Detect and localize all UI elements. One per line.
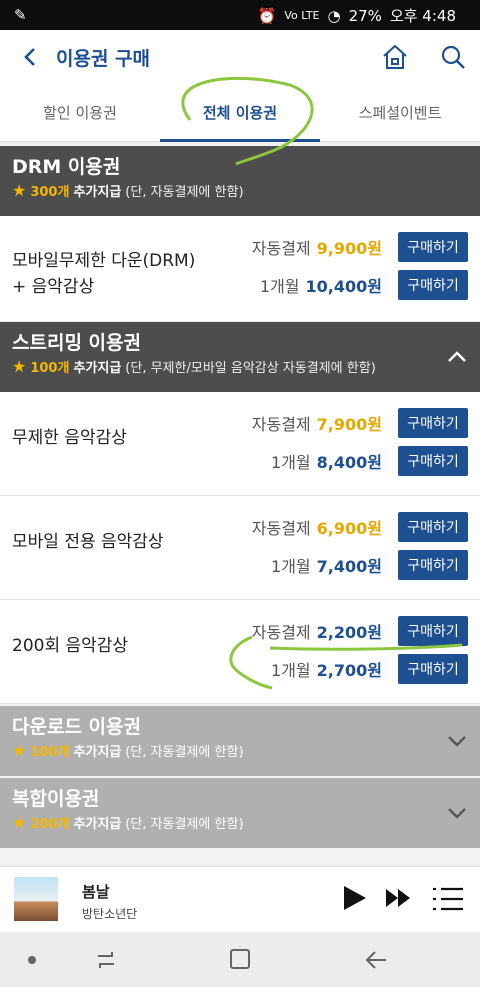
section-title: DRM 이용권	[12, 156, 121, 178]
auto-pay-price: 9,900원	[316, 239, 382, 258]
list-item: 200회 음악감상 자동결제 2,200원 구매하기 1개월 2,700원 구매…	[0, 600, 480, 704]
buy-button[interactable]: 구매하기	[398, 550, 468, 580]
star-icon: ★	[12, 741, 27, 760]
home-icon	[383, 44, 407, 69]
month-label: 1개월	[271, 453, 311, 472]
bonus-count: 100개	[30, 361, 70, 376]
chevron-down-icon[interactable]	[446, 730, 468, 752]
section-title: 다운로드 이용권	[12, 716, 141, 738]
list-item: 모바일 전용 음악감상 자동결제 6,900원 구매하기 1개월 7,400원 …	[0, 496, 480, 600]
month-price: 10,400원	[305, 277, 382, 296]
status-bar: ✎ ⏰ Vo LTE ◔ 27% 오후 4:48	[0, 0, 480, 30]
star-icon: ★	[12, 813, 27, 832]
buy-button[interactable]: 구매하기	[398, 654, 468, 684]
search-icon	[441, 45, 465, 69]
bonus-label: 추가지급	[73, 817, 122, 832]
dot-icon[interactable]	[28, 956, 36, 964]
alarm-icon: ⏰	[257, 6, 277, 25]
album-art[interactable]	[14, 877, 58, 921]
recent-apps-icon[interactable]	[94, 948, 118, 972]
tab-special-event[interactable]: 스페셜이벤트	[320, 86, 480, 141]
month-label: 1개월	[259, 277, 300, 296]
search-button[interactable]	[438, 42, 468, 72]
month-price: 7,400원	[316, 557, 382, 576]
section-streaming-header[interactable]: 스트리밍 이용권 ★ 100개 추가지급 (단, 무제한/모바일 음악감상 자동…	[0, 322, 480, 392]
star-icon: ★	[12, 357, 27, 376]
list-item: 모바일무제한 다운(DRM) + 음악감상 자동결제 9,900원 구매하기 1…	[0, 216, 480, 322]
back-button[interactable]	[18, 42, 46, 72]
section-title: 스트리밍 이용권	[12, 332, 141, 354]
system-nav-bar	[0, 932, 480, 987]
bonus-label: 추가지급	[73, 745, 122, 760]
wifi-icon: ◔	[327, 6, 341, 25]
bonus-count: 300개	[30, 185, 70, 200]
item-name: 무제한 음악감상	[12, 428, 127, 448]
clock: 오후 4:48	[389, 7, 456, 25]
section-title: 복합이용권	[12, 788, 100, 810]
auto-pay-price: 2,200원	[316, 623, 382, 642]
month-price: 8,400원	[316, 453, 382, 472]
buy-button[interactable]: 구매하기	[398, 408, 468, 438]
section-combo-header[interactable]: 복합이용권 ★ 200개 추가지급 (단, 자동결제에 한함)	[0, 778, 480, 848]
play-icon[interactable]	[340, 883, 368, 913]
bonus-note: (단, 자동결제에 한함)	[125, 745, 244, 760]
item-name: 모바일 전용 음악감상	[12, 532, 164, 552]
chevron-down-icon[interactable]	[446, 802, 468, 824]
back-nav-icon[interactable]	[364, 948, 388, 972]
auto-pay-label: 자동결제	[251, 415, 311, 434]
auto-pay-label: 자동결제	[251, 239, 311, 258]
item-name: 200회 음악감상	[12, 636, 129, 656]
bonus-count: 100개	[30, 745, 70, 760]
bonus-note: (단, 무제한/모바일 음악감상 자동결제에 한함)	[125, 361, 376, 376]
artist-name: 방탄소년단	[82, 907, 138, 921]
list-item: 무제한 음악감상 자동결제 7,900원 구매하기 1개월 8,400원 구매하…	[0, 392, 480, 496]
item-name: 모바일무제한 다운(DRM) + 음악감상	[12, 251, 196, 297]
star-icon: ★	[12, 181, 27, 200]
mini-player[interactable]: 봄날 방탄소년단	[0, 866, 480, 932]
section-drm-header: DRM 이용권 ★ 300개 추가지급 (단, 자동결제에 한함)	[0, 146, 480, 216]
auto-pay-label: 자동결제	[251, 519, 311, 538]
month-price: 2,700원	[316, 661, 382, 680]
playlist-icon[interactable]	[432, 885, 464, 913]
home-button[interactable]	[380, 42, 410, 72]
bonus-note: (단, 자동결제에 한함)	[125, 185, 244, 200]
bonus-note: (단, 자동결제에 한함)	[125, 817, 244, 832]
auto-pay-label: 자동결제	[251, 623, 311, 642]
fast-forward-icon[interactable]	[384, 887, 414, 909]
page-title: 이용권 구매	[56, 48, 151, 70]
month-label: 1개월	[271, 557, 311, 576]
bonus-count: 200개	[30, 817, 70, 832]
buy-button[interactable]: 구매하기	[398, 270, 468, 300]
tab-bar: 할인 이용권 전체 이용권 스페셜이벤트	[0, 86, 480, 142]
buy-button[interactable]: 구매하기	[398, 446, 468, 476]
tab-discount[interactable]: 할인 이용권	[0, 86, 160, 141]
auto-pay-price: 6,900원	[316, 519, 382, 538]
buy-button[interactable]: 구매하기	[398, 512, 468, 542]
month-label: 1개월	[271, 661, 311, 680]
battery-level: 27%	[348, 6, 382, 25]
section-download-header[interactable]: 다운로드 이용권 ★ 100개 추가지급 (단, 자동결제에 한함)	[0, 706, 480, 776]
network-label: Vo LTE	[284, 9, 320, 22]
pill-icon: ✎	[14, 6, 27, 24]
bonus-label: 추가지급	[73, 185, 122, 200]
auto-pay-price: 7,900원	[316, 415, 382, 434]
app-header: 이용권 구매	[0, 30, 480, 86]
buy-button[interactable]: 구매하기	[398, 232, 468, 262]
home-nav-icon[interactable]	[230, 949, 250, 969]
chevron-up-icon[interactable]	[446, 346, 468, 368]
song-title: 봄날	[82, 883, 110, 901]
chevron-left-icon	[24, 48, 35, 66]
tab-all[interactable]: 전체 이용권	[160, 86, 320, 142]
bonus-label: 추가지급	[73, 361, 122, 376]
buy-button[interactable]: 구매하기	[398, 616, 468, 646]
